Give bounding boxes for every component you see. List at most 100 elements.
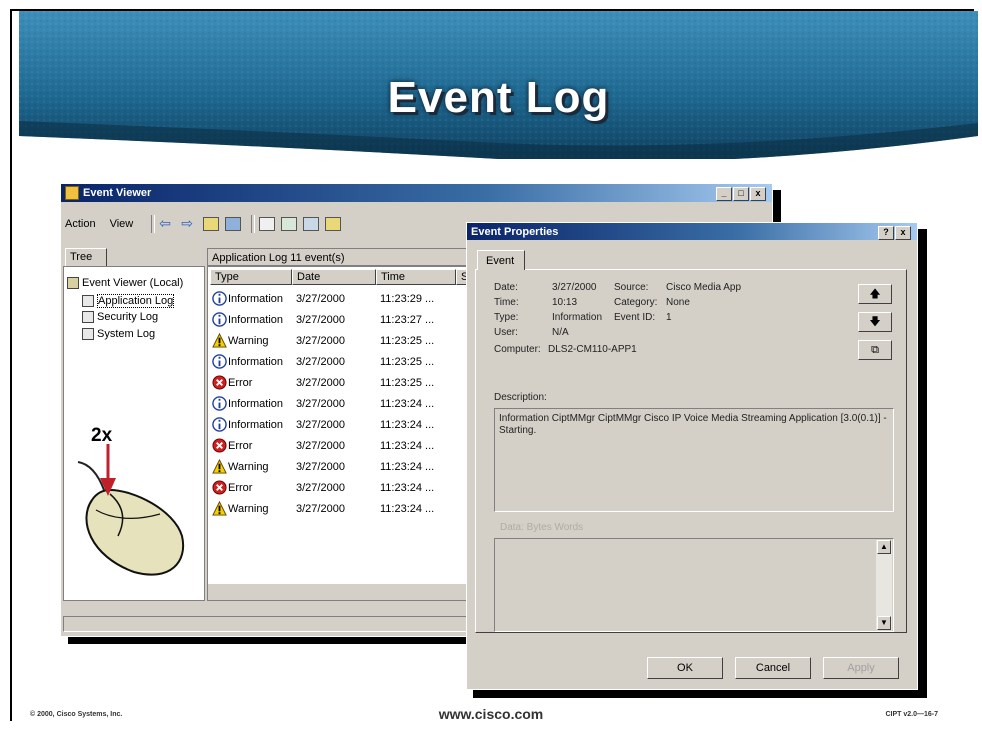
cell-time: 11:23:24 ...: [380, 482, 435, 494]
date-value: 3/27/2000: [552, 282, 597, 293]
type-value: Information: [552, 312, 603, 323]
cell-type: Error: [228, 440, 253, 452]
cell-time: 11:23:25 ...: [380, 356, 435, 368]
column-date[interactable]: Date: [292, 269, 376, 285]
up-arrow-icon: 🡅: [869, 288, 881, 300]
maximize-button[interactable]: □: [733, 187, 749, 201]
cell-type: Warning: [228, 461, 269, 473]
warning-icon: [212, 459, 227, 474]
data-vertical-scrollbar[interactable]: ▲ ▼: [876, 540, 892, 630]
column-time[interactable]: Time: [376, 269, 456, 285]
category-value: None: [666, 297, 690, 308]
cell-time: 11:23:24 ...: [380, 398, 435, 410]
cell-type: Information: [228, 356, 284, 368]
computer-value: DLS2-CM110-APP1: [548, 344, 637, 355]
slide-title: Event Log: [387, 73, 610, 122]
warning-icon: [212, 333, 227, 348]
cell-time: 11:23:25 ...: [380, 377, 435, 389]
tree-item-system-log[interactable]: System Log: [82, 328, 155, 340]
cell-date: 3/27/2000: [296, 335, 345, 347]
data-format-label: Data: Bytes Words: [500, 522, 584, 533]
warning-icon: [212, 501, 227, 516]
cell-type: Information: [228, 419, 284, 431]
next-event-button[interactable]: 🡇: [858, 312, 892, 332]
export-list-icon[interactable]: [303, 217, 320, 231]
category-label: Category:: [614, 297, 658, 308]
down-arrow-icon: 🡇: [869, 316, 881, 328]
copy-event-button[interactable]: ⧉: [858, 340, 892, 360]
cell-time: 11:23:29 ...: [380, 293, 435, 305]
time-value: 10:13: [552, 297, 578, 308]
tree-root[interactable]: Event Viewer (Local): [67, 277, 183, 289]
properties-icon[interactable]: [259, 217, 276, 231]
cell-type: Information: [228, 293, 284, 305]
source-label: Source:: [614, 282, 649, 293]
cell-date: 3/27/2000: [296, 398, 345, 410]
tab-event[interactable]: Event: [477, 250, 525, 270]
forward-arrow-icon[interactable]: ⇨: [181, 216, 197, 231]
previous-event-button[interactable]: 🡅: [858, 284, 892, 304]
cell-type: Warning: [228, 335, 269, 347]
toolbar-separator-2: [251, 215, 256, 233]
data-box[interactable]: ▲ ▼: [494, 538, 894, 632]
cell-time: 11:23:27 ...: [380, 314, 435, 326]
copy-icon: ⧉: [871, 344, 879, 356]
menu-action[interactable]: Action: [65, 218, 96, 230]
up-folder-icon[interactable]: [203, 217, 220, 231]
help-button[interactable]: ?: [878, 226, 894, 240]
computer-label: Computer:: [494, 344, 541, 355]
cell-date: 3/27/2000: [296, 482, 345, 494]
properties-close-button[interactable]: x: [895, 226, 911, 240]
column-type[interactable]: Type: [210, 269, 292, 285]
error-icon: [212, 480, 227, 495]
info-icon: [212, 291, 227, 306]
cell-type: Error: [228, 377, 253, 389]
log-icon: [82, 328, 94, 340]
properties-title: Event Properties: [471, 225, 559, 238]
cell-date: 3/27/2000: [296, 377, 345, 389]
back-arrow-icon[interactable]: ⇦: [159, 216, 175, 231]
menu-view[interactable]: View: [110, 218, 134, 230]
cell-date: 3/27/2000: [296, 440, 345, 452]
cell-date: 3/27/2000: [296, 419, 345, 431]
cell-date: 3/27/2000: [296, 461, 345, 473]
info-icon: [212, 396, 227, 411]
event-properties-dialog: Event Properties ? x Event Date: 3/27/20…: [466, 222, 918, 690]
tree-item-application-log[interactable]: Application Log: [82, 294, 175, 308]
toolbar-separator: [151, 215, 156, 233]
time-label: Time:: [494, 297, 519, 308]
footer-course-id: CIPT v2.0—16-7: [885, 711, 938, 718]
source-value: Cisco Media App: [666, 282, 742, 293]
event-viewer-app-icon: [65, 186, 79, 200]
eventid-value: 1: [666, 312, 672, 323]
tab-tree[interactable]: Tree: [65, 248, 107, 266]
event-viewer-titlebar[interactable]: Event Viewer _ □ x: [61, 184, 772, 202]
cell-type: Error: [228, 482, 253, 494]
help-icon[interactable]: [281, 217, 298, 231]
cell-date: 3/27/2000: [296, 314, 345, 326]
computer-icon: [67, 277, 79, 289]
cell-time: 11:23:24 ...: [380, 419, 435, 431]
properties-titlebar[interactable]: Event Properties ? x: [467, 223, 917, 240]
minimize-button[interactable]: _: [716, 187, 732, 201]
cell-time: 11:23:24 ...: [380, 461, 435, 473]
scroll-up-icon[interactable]: ▲: [877, 540, 891, 554]
user-value: N/A: [552, 327, 569, 338]
event-viewer-title: Event Viewer: [83, 187, 152, 199]
ok-button[interactable]: OK: [647, 657, 723, 679]
cell-time: 11:23:24 ...: [380, 503, 435, 515]
show-hide-tree-icon[interactable]: [225, 217, 242, 231]
title-banner: Event Log: [19, 11, 978, 159]
refresh-icon[interactable]: [325, 217, 342, 231]
tree-item-security-log[interactable]: Security Log: [82, 311, 158, 323]
cell-type: Warning: [228, 503, 269, 515]
scroll-down-icon[interactable]: ▼: [877, 616, 891, 630]
description-text[interactable]: Information CiptMMgr CiptMMgr Cisco IP V…: [494, 408, 894, 512]
cancel-button[interactable]: Cancel: [735, 657, 811, 679]
close-button[interactable]: x: [750, 187, 766, 201]
cell-type: Information: [228, 398, 284, 410]
log-icon: [82, 295, 94, 307]
log-icon: [82, 311, 94, 323]
mouse-icon: [77, 444, 185, 576]
apply-button[interactable]: Apply: [823, 657, 899, 679]
